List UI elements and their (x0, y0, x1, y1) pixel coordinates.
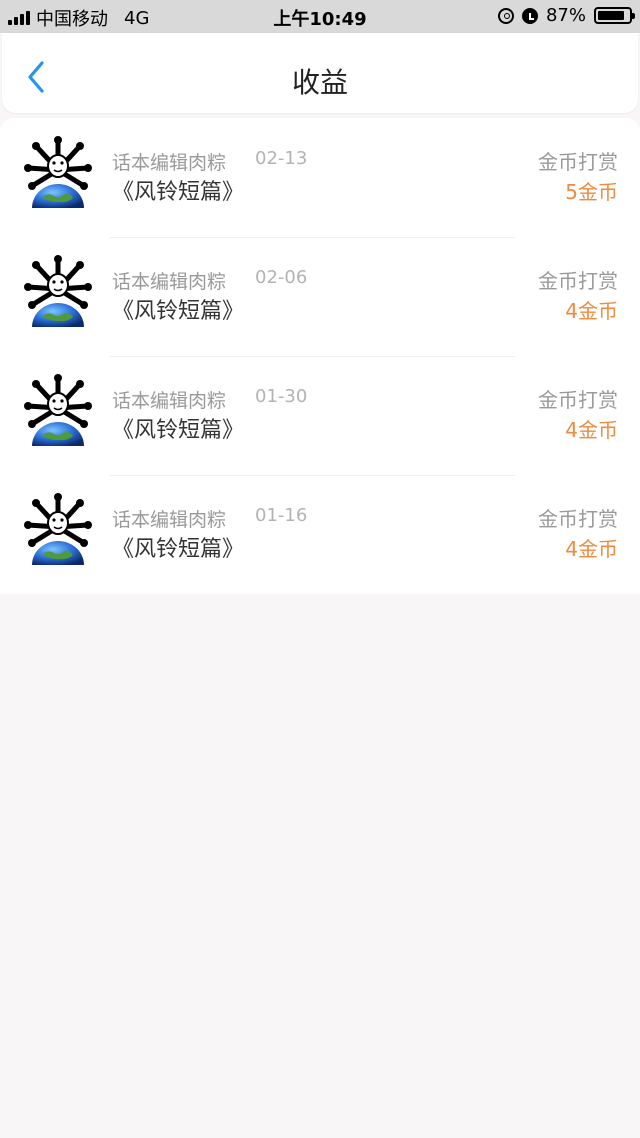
alarm-icon (521, 7, 538, 24)
record-date: 01-30 (255, 386, 308, 407)
earning-record-row[interactable]: 话本编辑肉粽 01-16 《风铃短篇》 金币打赏 4金币 (0, 475, 640, 594)
earning-record-row[interactable]: 话本编辑肉粽 02-13 《风铃短篇》 金币打赏 5金币 (0, 118, 640, 237)
rotation-lock-icon (497, 7, 514, 24)
reward-type: 金币打赏 (538, 269, 618, 293)
earning-record-row[interactable]: 话本编辑肉粽 01-30 《风铃短篇》 金币打赏 4金币 (0, 356, 640, 475)
work-title: 《风铃短篇》 (112, 299, 245, 324)
reward-type: 金币打赏 (538, 388, 618, 412)
reward-type: 金币打赏 (538, 150, 618, 174)
author-name: 话本编辑肉粽 (112, 509, 227, 531)
reward-amount: 4金币 (565, 537, 618, 561)
avatar-icon (24, 255, 92, 327)
record-date: 01-16 (255, 505, 308, 526)
avatar (24, 493, 92, 567)
avatar-icon (24, 493, 92, 565)
avatar (24, 136, 92, 210)
battery-fill (598, 11, 625, 20)
work-title: 《风铃短篇》 (112, 537, 245, 562)
author-name: 话本编辑肉粽 (112, 152, 227, 174)
record-date: 02-06 (255, 267, 308, 288)
reward-amount: 4金币 (565, 299, 618, 323)
status-bar: 中国移动 4G 上午10:49 87% (0, 0, 640, 33)
work-title: 《风铃短篇》 (112, 418, 245, 443)
record-date: 02-13 (255, 148, 308, 169)
earning-record-row[interactable]: 话本编辑肉粽 02-06 《风铃短篇》 金币打赏 4金币 (0, 237, 640, 356)
page-title: 收益 (291, 66, 348, 99)
avatar-icon (24, 374, 92, 446)
work-title: 《风铃短篇》 (112, 180, 245, 205)
avatar-icon (24, 136, 92, 208)
reward-type: 金币打赏 (538, 507, 618, 531)
author-name: 话本编辑肉粽 (112, 271, 227, 293)
avatar (24, 374, 92, 448)
battery-percent: 87% (545, 5, 586, 26)
battery-icon (594, 7, 635, 24)
nav-bar: 收益 (2, 33, 638, 113)
author-name: 话本编辑肉粽 (112, 390, 227, 412)
reward-amount: 5金币 (565, 180, 618, 204)
earnings-list: 话本编辑肉粽 02-13 《风铃短篇》 金币打赏 5金币 话本编辑肉粽 02-0… (0, 118, 640, 594)
avatar (24, 255, 92, 329)
status-right: 87% (497, 5, 635, 26)
reward-amount: 4金币 (565, 418, 618, 442)
